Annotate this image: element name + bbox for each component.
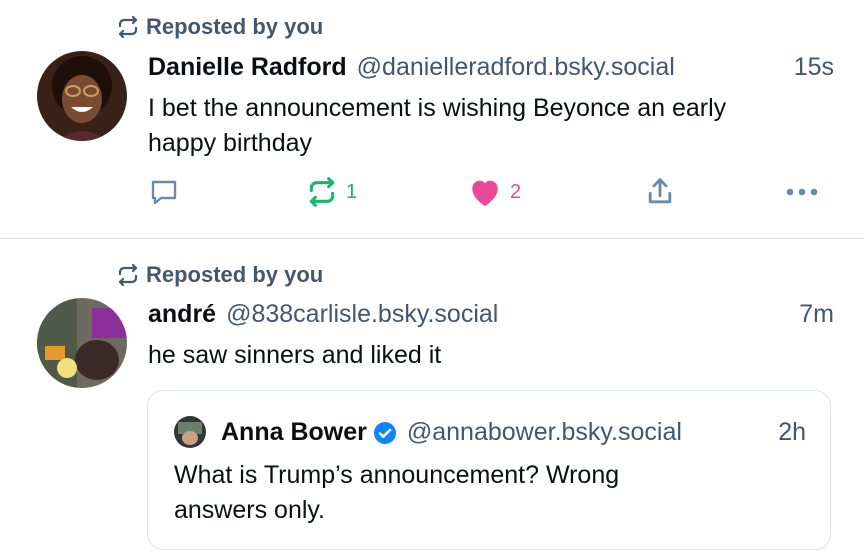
repost-icon xyxy=(118,263,138,287)
post-header: andré @838carlisle.bsky.social 7m xyxy=(148,300,834,329)
post-timestamp[interactable]: 7m xyxy=(799,300,834,329)
reply-button[interactable] xyxy=(148,176,180,208)
avatar-image xyxy=(37,51,127,141)
author-name[interactable]: andré xyxy=(148,300,216,329)
share-button[interactable] xyxy=(645,176,675,208)
repost-reason[interactable]: Reposted by you xyxy=(116,262,323,288)
author-handle[interactable]: @838carlisle.bsky.social xyxy=(226,300,498,329)
quote-text: What is Trump’s announcement? Wrong answ… xyxy=(174,458,790,528)
quote-header: Anna Bower @annabower.bsky.social 2h xyxy=(221,418,806,447)
feed-post[interactable]: Reposted by you Danielle Radford @daniel… xyxy=(0,0,864,238)
quote-timestamp[interactable]: 2h xyxy=(778,418,806,447)
repost-button[interactable]: 1 xyxy=(306,176,357,208)
avatar[interactable] xyxy=(37,298,127,388)
share-icon xyxy=(648,178,672,204)
verified-badge-icon xyxy=(373,421,396,444)
quote-author-handle[interactable]: @annabower.bsky.social xyxy=(407,418,682,447)
reply-icon xyxy=(151,180,177,205)
avatar[interactable] xyxy=(37,51,127,141)
quote-avatar[interactable] xyxy=(174,416,206,448)
more-icon xyxy=(786,188,818,196)
post-actions: 1 2 xyxy=(148,176,828,212)
author-handle[interactable]: @danielleradford.bsky.social xyxy=(357,53,675,82)
repost-count: 1 xyxy=(346,180,358,203)
heart-icon xyxy=(472,180,498,207)
quote-author-name[interactable]: Anna Bower xyxy=(221,418,367,447)
repost-icon xyxy=(309,177,335,207)
feed-post[interactable]: Reposted by you andré @838carlisle.bsky.… xyxy=(0,239,864,555)
more-options-button[interactable] xyxy=(782,176,822,208)
post-text-line: happy birthday xyxy=(148,129,313,157)
post-timestamp[interactable]: 15s xyxy=(794,53,834,82)
repost-icon xyxy=(118,15,138,39)
author-name[interactable]: Danielle Radford xyxy=(148,53,347,82)
quote-text-line: What is Trump’s announcement? Wrong xyxy=(174,461,620,489)
repost-label: Reposted by you xyxy=(146,262,324,287)
post-text: he saw sinners and liked it xyxy=(148,341,442,369)
post-header: Danielle Radford @danielleradford.bsky.s… xyxy=(148,53,834,82)
like-button[interactable]: 2 xyxy=(468,176,521,208)
repost-reason[interactable]: Reposted by you xyxy=(116,14,323,40)
post-text-line: I bet the announcement is wishing Beyonc… xyxy=(148,94,727,122)
like-count: 2 xyxy=(510,180,522,203)
repost-label: Reposted by you xyxy=(146,14,324,39)
avatar-image xyxy=(37,298,127,388)
avatar-image xyxy=(174,416,206,448)
quoted-post[interactable]: Anna Bower @annabower.bsky.social 2h Wha… xyxy=(147,390,831,550)
post-text: I bet the announcement is wishing Beyonc… xyxy=(148,91,834,161)
quote-text-line: answers only. xyxy=(174,496,325,524)
